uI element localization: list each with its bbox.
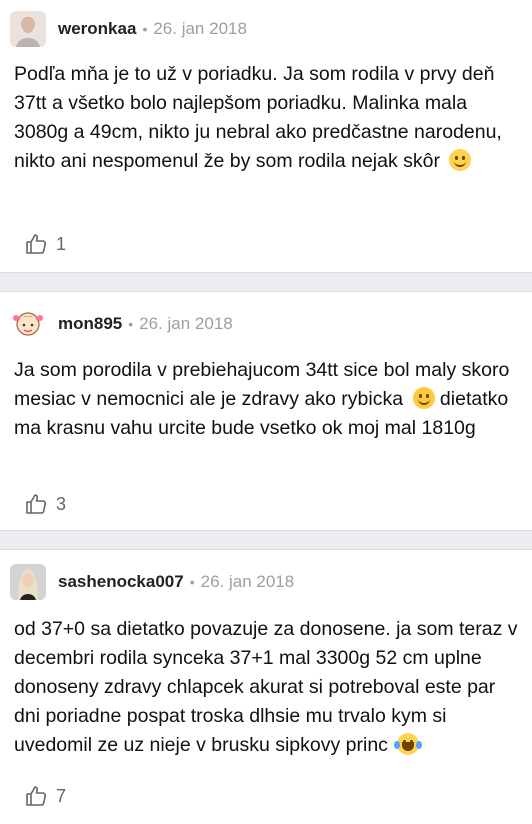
comment-text: Ja som porodila v prebiehajucom 34tt sic…	[0, 356, 532, 443]
cartoon-girl-avatar-icon	[13, 312, 43, 336]
thumbs-up-icon	[26, 234, 47, 254]
comment-date: 26. jan 2018	[139, 314, 233, 333]
comment-card: weronkaa • 26. jan 2018 Podľa mňa je to …	[0, 0, 532, 272]
comment-date: 26. jan 2018	[200, 572, 295, 591]
comment-text-body: od 37+0 sa dietatko povazuje za donosene…	[14, 618, 518, 756]
like-count: 3	[56, 493, 67, 514]
like-button[interactable]: 1	[0, 232, 66, 256]
username[interactable]: sashenocka007	[58, 572, 184, 592]
avatar[interactable]	[10, 11, 46, 47]
username[interactable]: weronkaa	[58, 19, 136, 39]
user-avatar-icon	[10, 564, 46, 600]
separator-dot: •	[189, 574, 195, 590]
thumbs-up-icon	[26, 494, 47, 514]
username[interactable]: mon895	[58, 314, 122, 334]
comment-divider	[0, 530, 532, 550]
face-with-tears-of-joy-icon	[394, 733, 423, 755]
like-count: 1	[56, 233, 67, 254]
comment-divider	[0, 272, 532, 292]
smiling-face-with-smiling-eyes-icon	[412, 387, 435, 409]
slightly-smiling-face-icon	[449, 149, 472, 171]
separator-dot: •	[142, 21, 148, 37]
comment-text: Podľa mňa je to už v poriadku. Ja som ro…	[0, 60, 532, 176]
thumbs-up-icon	[26, 786, 47, 806]
comment-card: sashenocka007 • 26. jan 2018 od 37+0 sa …	[0, 550, 532, 824]
user-avatar-icon	[10, 11, 46, 47]
avatar[interactable]	[10, 564, 46, 600]
comment-card: mon895 • 26. jan 2018 Ja som porodila v …	[0, 292, 532, 530]
avatar[interactable]	[10, 306, 46, 342]
comment-date: 26. jan 2018	[153, 19, 247, 38]
comment-text-body: Ja som porodila v prebiehajucom 34tt sic…	[14, 359, 510, 410]
like-button[interactable]: 7	[0, 784, 66, 808]
comment-header: weronkaa • 26. jan 2018	[0, 0, 532, 58]
like-count: 7	[56, 785, 67, 806]
comment-text: od 37+0 sa dietatko povazuje za donosene…	[0, 615, 532, 760]
comment-header: sashenocka007 • 26. jan 2018	[0, 550, 532, 612]
comment-text-body: Podľa mňa je to už v poriadku. Ja som ro…	[14, 63, 502, 172]
like-button[interactable]: 3	[0, 492, 66, 516]
separator-dot: •	[128, 316, 134, 332]
comment-header: mon895 • 26. jan 2018	[0, 292, 532, 356]
